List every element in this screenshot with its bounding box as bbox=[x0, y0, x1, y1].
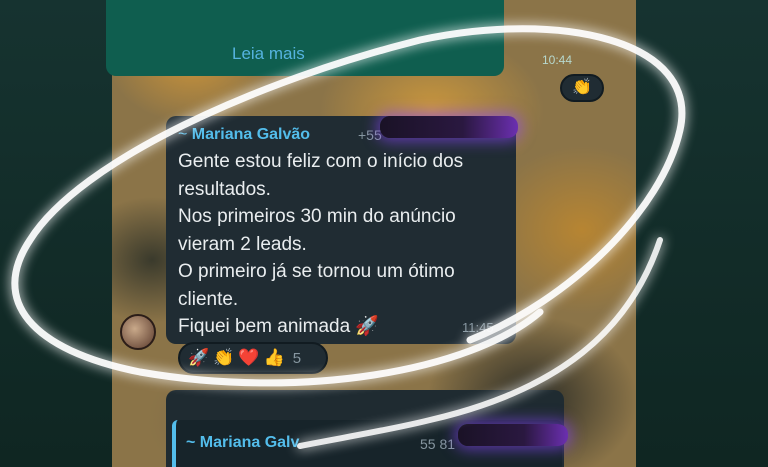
highlight-circle bbox=[11, 25, 686, 449]
